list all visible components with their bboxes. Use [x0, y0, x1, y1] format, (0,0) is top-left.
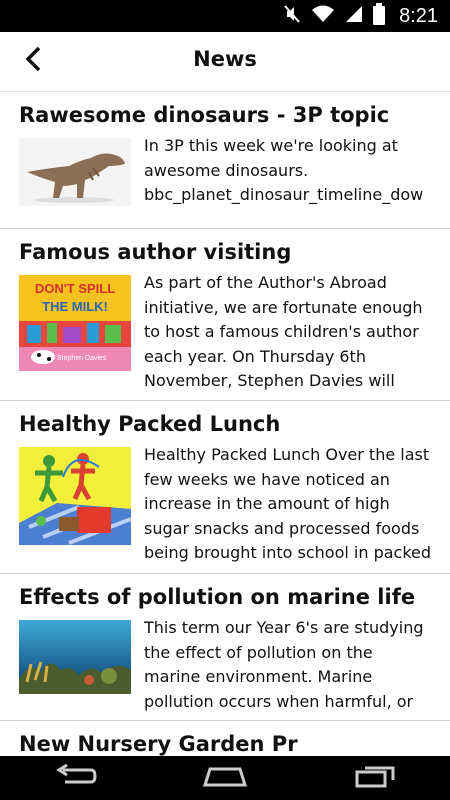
- book-cover-title-line1: DON'T SPILL: [34, 281, 116, 296]
- page-title: News: [193, 47, 257, 71]
- nav-home-button[interactable]: [195, 756, 255, 800]
- book-cover-thumbnail: DON'T SPILL THE MILK! Stephen Davies: [19, 275, 131, 371]
- news-item-dinosaurs[interactable]: Rawesome dinosaurs - 3P topic In 3P this…: [0, 92, 450, 229]
- mute-icon: [283, 4, 301, 28]
- news-item-title: Healthy Packed Lunch: [19, 412, 281, 436]
- news-item-excerpt: In 3P this week we're looking at awesome…: [144, 136, 424, 204]
- news-item-title: Famous author visiting: [19, 240, 292, 264]
- news-item-title: New Nursery Garden Pr: [19, 732, 298, 756]
- news-item-excerpt: As part of the Author's Abroad initiativ…: [144, 273, 423, 390]
- news-item-pollution[interactable]: Effects of pollution on marine life This…: [0, 574, 450, 721]
- battery-icon: [373, 3, 386, 29]
- dinosaur-thumbnail: [19, 138, 131, 206]
- signal-icon: [345, 4, 363, 28]
- status-bar: 8:21: [0, 0, 450, 32]
- system-nav-bar: [0, 756, 450, 800]
- book-cover-author: Stephen Davies: [57, 355, 107, 362]
- nav-back-button[interactable]: [45, 756, 105, 800]
- nav-recents-button[interactable]: [345, 756, 405, 800]
- wifi-icon: [311, 4, 335, 28]
- book-cover-title-line2: THE MILK!: [42, 299, 108, 314]
- news-list[interactable]: Rawesome dinosaurs - 3P topic In 3P this…: [0, 92, 450, 756]
- news-item-excerpt: Healthy Packed Lunch Over the last few w…: [144, 445, 432, 562]
- status-time: 8:21: [399, 4, 438, 27]
- news-item-author[interactable]: Famous author visiting DON'T SPILL THE M…: [0, 229, 450, 401]
- picnic-thumbnail: [19, 447, 131, 545]
- news-item-packed-lunch[interactable]: Healthy Packed Lunch Healthy Packed Lunc…: [0, 401, 450, 574]
- app-bar: News: [0, 32, 450, 92]
- news-item-excerpt: This term our Year 6's are studying the …: [144, 618, 424, 711]
- news-item-garden[interactable]: New Nursery Garden Pr: [0, 721, 450, 756]
- news-item-title: Effects of pollution on marine life: [19, 585, 416, 609]
- recents-icon: [355, 764, 395, 792]
- coral-reef-thumbnail: [19, 620, 131, 694]
- home-icon: [202, 765, 248, 791]
- news-item-title: Rawesome dinosaurs - 3P topic: [19, 103, 390, 127]
- back-arrow-icon: [53, 763, 97, 792]
